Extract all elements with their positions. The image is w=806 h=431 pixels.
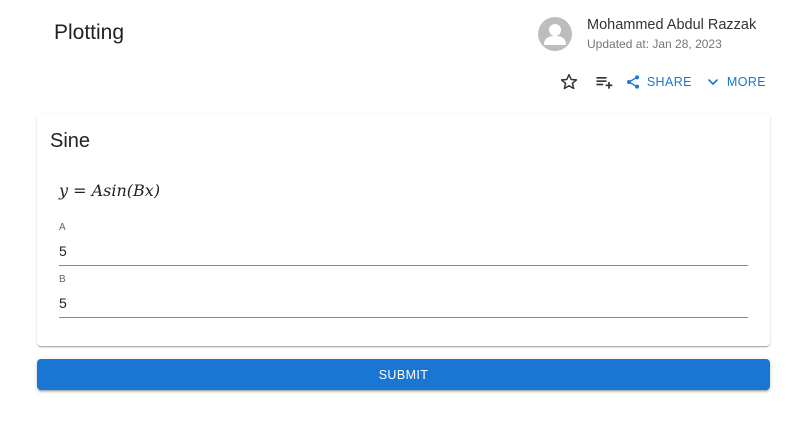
submit-button[interactable]: SUBMIT — [37, 359, 770, 390]
share-icon — [624, 73, 642, 91]
field-b-label: B — [59, 274, 66, 285]
author-text: Mohammed Abdul Razzak Updated at: Jan 28… — [587, 16, 756, 52]
field-a-input[interactable] — [59, 238, 748, 266]
field-a-label: A — [59, 222, 66, 233]
more-label: MORE — [726, 75, 766, 89]
favorite-button[interactable] — [557, 70, 581, 94]
field-b: B — [59, 274, 748, 318]
avatar — [538, 17, 572, 51]
person-icon — [544, 24, 566, 45]
add-to-list-button[interactable] — [592, 70, 616, 94]
formula: y = Asin(Bx) — [59, 181, 161, 200]
author-name: Mohammed Abdul Razzak — [587, 17, 757, 33]
star-outline-icon — [560, 73, 577, 90]
field-b-input[interactable] — [59, 290, 748, 318]
action-bar: SHARE MORE — [557, 70, 766, 94]
chevron-down-icon — [704, 73, 722, 91]
author-info: Mohammed Abdul Razzak Updated at: Jan 28… — [538, 16, 756, 52]
page: Plotting Mohammed Abdul Razzak Updated a… — [0, 0, 806, 431]
updated-date: Updated at: Jan 28, 2023 — [587, 37, 722, 51]
playlist-add-icon — [596, 77, 613, 89]
share-button[interactable]: SHARE — [624, 73, 692, 91]
field-a: A — [59, 222, 748, 266]
page-title: Plotting — [54, 21, 125, 44]
card-title: Sine — [50, 130, 91, 152]
more-button[interactable]: MORE — [704, 73, 766, 91]
plot-card: Sine y = Asin(Bx) A B — [37, 114, 770, 346]
share-label: SHARE — [646, 75, 692, 89]
